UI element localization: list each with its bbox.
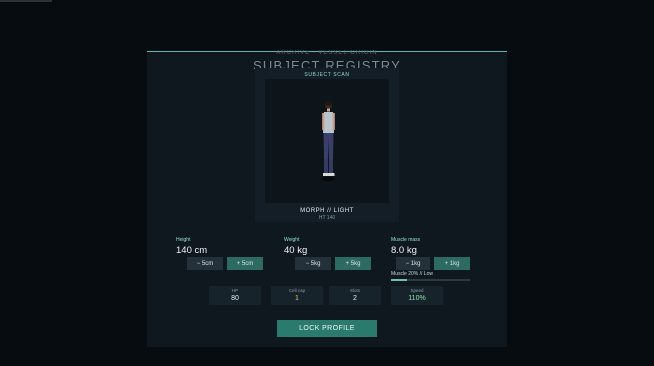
muscle-level-fill: [391, 279, 407, 281]
stat-card-label: Slots: [349, 288, 360, 293]
muscle-decrease-button[interactable]: − 1kg: [396, 257, 430, 270]
muscle-value: 8.0 kg: [391, 245, 417, 256]
stat-card-slots: Slots 2: [329, 286, 381, 305]
stat-card-value: 110%: [408, 295, 426, 302]
weight-decrease-button[interactable]: − 5kg: [295, 257, 331, 270]
height-label: Height: [176, 237, 191, 243]
registry-panel: ARCHIVE · VESSEL ORIGIN SUBJECT REGISTRY…: [147, 50, 507, 347]
muscle-label: Muscle mass: [391, 237, 421, 243]
morph-label: MORPH // LIGHT: [300, 208, 354, 214]
stat-card-value: 2: [353, 295, 357, 302]
scan-viewport[interactable]: [265, 79, 389, 203]
corner-tab: [0, 0, 52, 2]
muscle-increase-button[interactable]: + 1kg: [434, 257, 470, 270]
stat-card-hp: HP 80: [209, 286, 261, 305]
stat-card-label: Speed: [410, 288, 424, 293]
weight-control: Weight 40 kg − 5kg + 5kg: [284, 237, 384, 270]
scan-label: SUBJECT SCAN: [304, 72, 350, 78]
stat-card-label: HP: [231, 288, 239, 293]
height-control: Height 140 cm − 5cm + 5cm: [176, 237, 276, 270]
subject-figure: [321, 101, 335, 181]
lock-profile-button[interactable]: LOCK PROFILE: [277, 320, 377, 337]
stat-card-value: 1: [295, 295, 299, 302]
stat-card-speed: Speed 110%: [391, 286, 443, 305]
muscle-note: Muscle 20% // Low: [391, 271, 433, 277]
stat-card-value: 80: [231, 295, 239, 302]
muscle-level-bar: [391, 279, 470, 281]
height-tag: HT 140: [318, 215, 336, 221]
weight-increase-button[interactable]: + 5kg: [335, 257, 371, 270]
height-value: 140 cm: [176, 245, 208, 256]
weight-label: Weight: [284, 237, 300, 243]
header-eyebrow: ARCHIVE · VESSEL ORIGIN: [276, 50, 378, 56]
stat-card-label: Cell cap: [288, 288, 306, 293]
muscle-control: Muscle mass 8.0 kg − 1kg + 1kg Muscle 20…: [391, 237, 491, 281]
stat-card-cell-cap: Cell cap 1: [271, 286, 323, 305]
subject-scan-card: SUBJECT SCAN MORPH // LIGHT HT 140: [255, 68, 399, 222]
height-increase-button[interactable]: + 5cm: [227, 257, 263, 270]
height-decrease-button[interactable]: − 5cm: [187, 257, 223, 270]
weight-value: 40 kg: [284, 245, 308, 256]
